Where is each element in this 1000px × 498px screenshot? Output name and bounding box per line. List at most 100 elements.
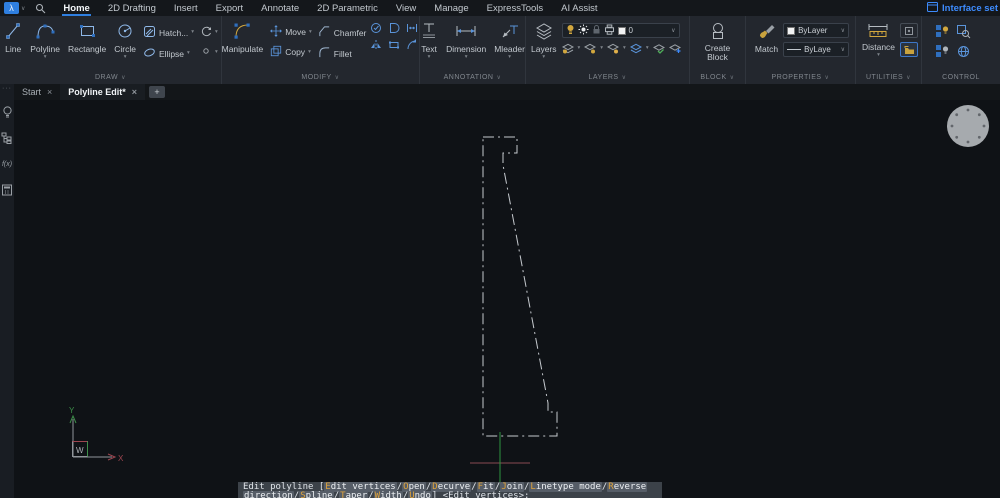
option-width[interactable]: Width [374, 491, 403, 498]
chevron-down-icon[interactable]: ▾ [44, 55, 47, 60]
chevron-down-icon[interactable]: ▾ [215, 30, 218, 35]
tab-start[interactable]: Start × [14, 84, 60, 100]
block-group-label[interactable]: BLOCK∨ [690, 71, 745, 84]
menu-manage[interactable]: Manage [425, 0, 477, 16]
chevron-down-icon[interactable]: ▾ [600, 46, 603, 51]
chevron-down-icon[interactable]: ▾ [215, 50, 218, 55]
option-undo[interactable]: Undo [408, 491, 432, 498]
lock-icon[interactable] [592, 24, 601, 37]
chamfer-button[interactable]: Chamfer [316, 24, 369, 41]
move-button[interactable]: Move ▾ [268, 24, 314, 40]
match-properties-button[interactable]: Match [752, 20, 781, 55]
properties-group-label[interactable]: PROPERTIES∨ [746, 71, 855, 84]
menu-insert[interactable]: Insert [165, 0, 207, 16]
zoom-selection-control-icon[interactable] [955, 23, 971, 39]
option-taper[interactable]: Taper [339, 491, 368, 498]
app-logo-button[interactable]: λ [4, 2, 19, 14]
menu-2d-parametric[interactable]: 2D Parametric [308, 0, 387, 16]
color-select[interactable]: ByLayer ∨ [783, 23, 849, 38]
menu-annotate[interactable]: Annotate [252, 0, 308, 16]
chevron-down-icon[interactable]: ▾ [428, 55, 431, 60]
settings-globe-control-icon[interactable] [955, 43, 971, 59]
modify-group-label[interactable]: MODIFY∨ [222, 71, 419, 84]
layer-set-current-tool-icon[interactable] [653, 42, 665, 54]
menu-expresstools[interactable]: ExpressTools [478, 0, 553, 16]
layer-dim-control-icon[interactable] [934, 43, 950, 59]
layer-freeze-tool-icon[interactable] [584, 42, 596, 54]
menu-2d-drafting[interactable]: 2D Drafting [99, 0, 165, 16]
copy-button[interactable]: Copy ▾ [268, 44, 314, 60]
annotation-group-label[interactable]: ANNOTATION∨ [420, 71, 525, 84]
utilities-group-label[interactable]: UTILITIES∨ [856, 71, 921, 84]
search-icon[interactable] [35, 3, 46, 14]
bulb-on-icon[interactable] [566, 24, 575, 37]
chevron-down-icon[interactable]: ▾ [623, 46, 626, 51]
command-line[interactable]: Edit polyline [Edit vertices/Open/Decurv… [238, 482, 662, 498]
layer-new-tool-icon[interactable] [669, 42, 681, 54]
chevron-down-icon[interactable]: ▾ [578, 46, 581, 51]
layer-states-tool-icon[interactable] [630, 42, 642, 54]
sun-icon[interactable] [578, 24, 589, 37]
manipulate-button[interactable]: Manipulate [219, 20, 267, 55]
printer-icon[interactable] [604, 24, 615, 37]
layers-button[interactable]: Layers ▾ [528, 20, 560, 61]
option-reverse[interactable]: Reverse [607, 482, 647, 492]
layer-lock-tool-icon[interactable] [607, 42, 619, 54]
rectangle-button[interactable]: Rectangle [65, 20, 109, 55]
tips-bulb-icon[interactable] [1, 106, 13, 118]
interface-set-button[interactable]: Interface set [942, 3, 998, 14]
layer-color-swatch[interactable] [618, 27, 626, 35]
chevron-down-icon[interactable]: ▾ [646, 46, 649, 51]
layer-light-control-icon[interactable] [934, 23, 950, 39]
dimension-button[interactable]: Dimension ▾ [443, 20, 489, 61]
chevron-down-icon[interactable]: ▾ [187, 51, 190, 56]
parameters-fx-icon[interactable]: f(x) [1, 158, 13, 170]
close-icon[interactable]: × [132, 87, 137, 97]
polyline-button[interactable]: Polyline ▾ [27, 20, 63, 61]
chevron-down-icon[interactable]: ▾ [124, 55, 127, 60]
mleader-button[interactable]: Mleader ▾ [491, 20, 528, 61]
chevron-down-icon[interactable]: ▾ [465, 55, 468, 60]
menu-view[interactable]: View [387, 0, 425, 16]
offset-tool-icon[interactable] [388, 22, 400, 34]
option-spline[interactable]: Spline [299, 491, 334, 498]
point-button[interactable]: ▾ [198, 44, 220, 60]
panel-drag-handle[interactable]: ··· [2, 86, 12, 92]
layer-off-tool-icon[interactable] [562, 42, 574, 54]
circle-button[interactable]: Circle ▾ [111, 20, 139, 61]
revision-cloud-button[interactable]: ▾ [198, 24, 220, 40]
structure-panel-icon[interactable] [1, 132, 13, 144]
tab-polyline-edit[interactable]: Polyline Edit* × [60, 84, 145, 100]
chevron-down-icon[interactable]: ∨ [671, 27, 675, 34]
close-icon[interactable]: × [47, 87, 52, 97]
app-menu-chevron-icon[interactable]: ∨ [21, 5, 25, 12]
layers-group-label[interactable]: LAYERS∨ [526, 71, 689, 84]
chevron-down-icon[interactable]: ▾ [308, 50, 311, 55]
new-tab-button[interactable]: + [149, 86, 165, 98]
quick-select-button[interactable] [900, 42, 918, 57]
chevron-down-icon[interactable]: ▾ [877, 53, 880, 58]
layer-select[interactable]: 0 ∨ [562, 23, 680, 38]
fillet-button[interactable]: Fillet [316, 45, 369, 62]
ellipse-button[interactable]: Ellipse ▾ [141, 45, 196, 62]
chevron-down-icon[interactable]: ▾ [542, 55, 545, 60]
option-reverse-direction[interactable]: direction [243, 491, 294, 498]
calculator-panel-icon[interactable] [1, 184, 13, 196]
create-block-button[interactable]: Create Block [695, 20, 741, 63]
text-button[interactable]: Text ▾ [417, 20, 441, 61]
hatch-button[interactable]: Hatch... ▾ [141, 24, 196, 41]
menu-ai-assist[interactable]: AI Assist [552, 0, 606, 16]
chevron-down-icon[interactable]: ▾ [309, 30, 312, 35]
line-button[interactable]: Line [1, 20, 25, 55]
option-linetype-mode[interactable]: Linetype mode [529, 482, 601, 492]
scale-tool-icon[interactable] [388, 39, 400, 51]
id-point-button[interactable] [900, 23, 918, 38]
chevron-down-icon[interactable]: ▾ [191, 30, 194, 35]
menu-home[interactable]: Home [54, 0, 98, 16]
draw-group-label[interactable]: DRAW∨ [0, 71, 221, 84]
rotate-tool-icon[interactable] [370, 22, 382, 34]
drawing-canvas[interactable] [14, 100, 1000, 498]
distance-button[interactable]: Distance ▾ [859, 20, 898, 59]
linetype-select[interactable]: ByLaye ∨ [783, 42, 849, 57]
menu-export[interactable]: Export [207, 0, 252, 16]
